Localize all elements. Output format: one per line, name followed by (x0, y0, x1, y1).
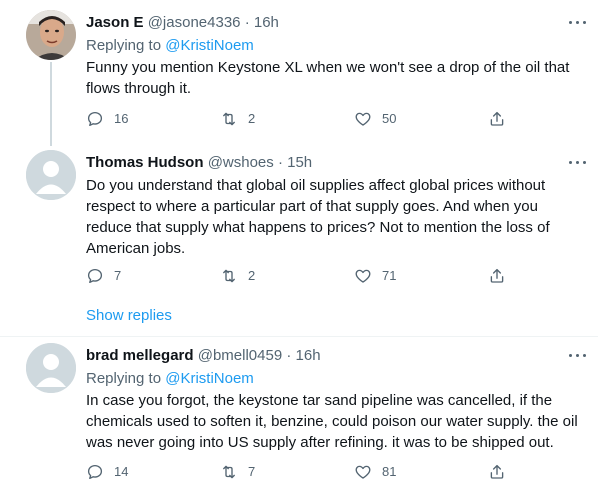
display-name[interactable]: Thomas Hudson (86, 154, 204, 171)
retweet-icon (223, 269, 235, 283)
share-button[interactable] (488, 109, 506, 129)
timestamp[interactable]: 16h (254, 14, 279, 31)
action-bar: 7 2 71 (86, 266, 516, 286)
heart-icon (355, 112, 371, 126)
tweet-text: Do you understand that global oil suppli… (86, 177, 550, 257)
separator-dot: · (277, 154, 283, 171)
tweet-header: brad mellegard @bmell0459 · 16h (86, 347, 321, 365)
display-name[interactable]: brad mellegard (86, 347, 194, 364)
retweet-count: 7 (248, 464, 256, 479)
replying-to-label: Replying to (86, 370, 162, 387)
share-icon (490, 111, 504, 126)
default-avatar-icon (26, 343, 76, 393)
tweet-text: Funny you mention Keystone XL when we wo… (86, 59, 570, 97)
like-button[interactable]: 50 (354, 109, 396, 129)
heart-icon (355, 465, 371, 479)
share-button[interactable] (488, 462, 506, 482)
reply-icon (87, 464, 103, 480)
username-handle[interactable]: @wshoes (208, 154, 274, 171)
reply-count: 14 (114, 464, 129, 479)
avatar[interactable] (26, 10, 76, 60)
retweet-button[interactable]: 7 (220, 462, 255, 482)
separator-dot: · (286, 347, 292, 364)
reply-icon (87, 268, 103, 284)
retweet-icon (223, 112, 235, 126)
tweet[interactable]: Thomas Hudson @wshoes · 15h Do you under… (0, 146, 598, 336)
heart-icon (355, 269, 371, 283)
reply-button[interactable]: 16 (86, 109, 128, 129)
more-icon[interactable] (566, 14, 590, 30)
default-avatar-icon (26, 150, 76, 200)
retweet-icon (223, 465, 235, 479)
show-replies-link[interactable]: Show replies (86, 307, 172, 325)
retweet-count: 2 (248, 111, 256, 126)
action-bar: 16 2 50 (86, 109, 516, 129)
like-count: 71 (382, 268, 397, 283)
like-button[interactable]: 81 (354, 462, 396, 482)
retweet-count: 2 (248, 268, 256, 283)
share-icon (490, 464, 504, 479)
share-icon (490, 268, 504, 283)
replying-to-label: Replying to (86, 37, 162, 54)
replying-to: Replying to @KristiNoem (86, 37, 254, 55)
username-handle[interactable]: @bmell0459 (198, 347, 282, 364)
tweet-header: Jason E @jasone4336 · 16h (86, 14, 279, 32)
avatar[interactable] (26, 150, 76, 200)
share-button[interactable] (488, 266, 506, 286)
separator-dot: · (244, 14, 250, 31)
reply-count: 16 (114, 111, 129, 126)
avatar[interactable] (26, 343, 76, 393)
replying-to: Replying to @KristiNoem (86, 370, 254, 388)
reply-icon (87, 111, 103, 127)
tweet[interactable]: Jason E @jasone4336 · 16h Replying to @K… (0, 0, 598, 146)
username-handle[interactable]: @jasone4336 (148, 14, 241, 31)
timestamp[interactable]: 16h (296, 347, 321, 364)
more-icon[interactable] (566, 154, 590, 170)
more-icon[interactable] (566, 347, 590, 363)
like-count: 81 (382, 464, 397, 479)
retweet-button[interactable]: 2 (220, 109, 255, 129)
timestamp[interactable]: 15h (287, 154, 312, 171)
reply-button[interactable]: 14 (86, 462, 128, 482)
user-photo-icon (26, 10, 76, 60)
reply-button[interactable]: 7 (86, 266, 121, 286)
mention-link[interactable]: @KristiNoem (165, 370, 254, 387)
tweet-header: Thomas Hudson @wshoes · 15h (86, 154, 312, 172)
reply-count: 7 (114, 268, 122, 283)
tweet-text: In case you forgot, the keystone tar san… (86, 392, 578, 451)
like-button[interactable]: 71 (354, 266, 396, 286)
thread-line (50, 62, 52, 146)
display-name[interactable]: Jason E (86, 14, 144, 31)
action-bar: 14 7 81 (86, 462, 516, 482)
tweet[interactable]: brad mellegard @bmell0459 · 16h Replying… (0, 337, 598, 489)
mention-link[interactable]: @KristiNoem (165, 37, 254, 54)
retweet-button[interactable]: 2 (220, 266, 255, 286)
like-count: 50 (382, 111, 397, 126)
